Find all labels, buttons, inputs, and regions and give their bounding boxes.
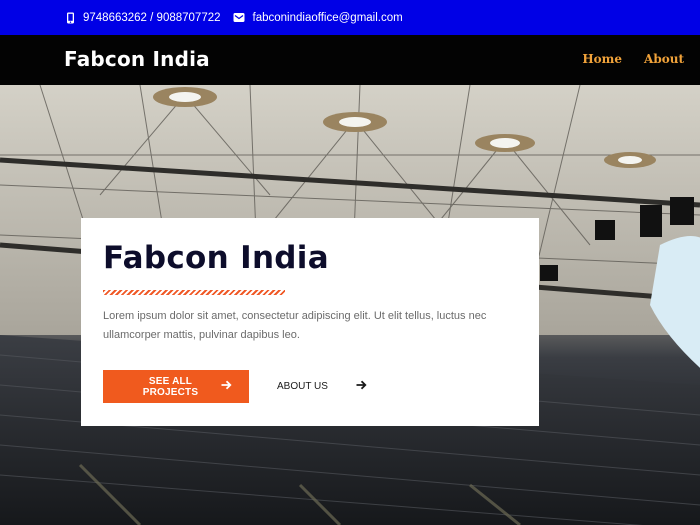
arrow-right-icon <box>356 380 367 393</box>
title-underline-decoration <box>103 290 285 295</box>
nav-about-link[interactable]: About <box>644 52 684 66</box>
hero-title: Fabcon India <box>103 240 329 276</box>
about-us-label: ABOUT US <box>277 381 328 392</box>
email-address: fabconindiaoffice@gmail.com <box>252 11 403 24</box>
email-contact[interactable]: fabconindiaoffice@gmail.com <box>233 12 403 24</box>
arrow-right-icon <box>221 380 232 393</box>
site-logo[interactable]: Fabcon India <box>64 47 210 71</box>
hero-description: Lorem ipsum dolor sit amet, consectetur … <box>103 310 487 341</box>
about-us-button[interactable]: ABOUT US <box>277 370 367 403</box>
nav-home-link[interactable]: Home <box>582 52 622 66</box>
phone-number: 9748663262 / 9088707722 <box>83 11 221 24</box>
envelope-icon <box>233 12 245 23</box>
see-all-projects-label: SEE ALL PROJECTS <box>142 375 199 398</box>
top-contact-bar: 9748663262 / 9088707722 fabconindiaoffic… <box>0 0 700 35</box>
see-all-projects-button[interactable]: SEE ALL PROJECTS <box>103 370 249 403</box>
main-navbar: Fabcon India Home About <box>0 35 700 85</box>
phone-icon <box>66 12 75 24</box>
nav-menu: Home About <box>560 52 684 66</box>
hero-section: Fabcon India Lorem ipsum dolor sit amet,… <box>0 85 700 525</box>
hero-card: Fabcon India Lorem ipsum dolor sit amet,… <box>81 218 539 426</box>
phone-contact[interactable]: 9748663262 / 9088707722 <box>66 12 221 24</box>
